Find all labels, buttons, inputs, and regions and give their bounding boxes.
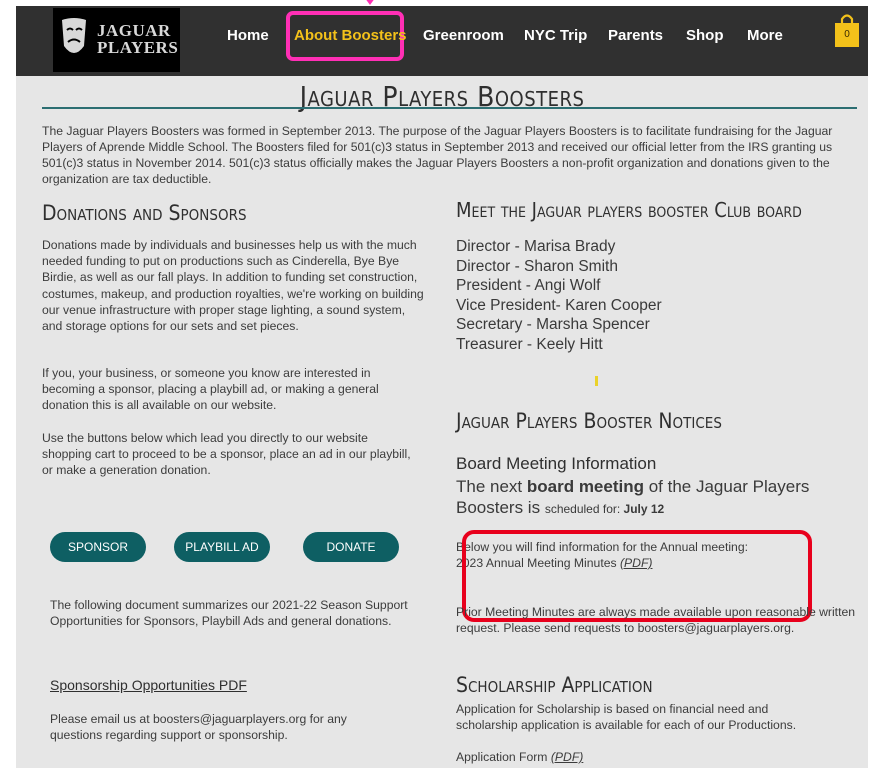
nav-more[interactable]: More — [747, 27, 783, 44]
nav-about-boosters[interactable]: About Boosters — [294, 27, 407, 44]
board-member: Director - Sharon Smith — [456, 257, 618, 275]
scholarship-heading: Scholarship Application — [456, 673, 653, 697]
scholarship-paragraph: Application for Scholarship is based on … — [456, 702, 797, 733]
nav-greenroom[interactable]: Greenroom — [423, 27, 504, 44]
next-meeting-pre: The next — [456, 477, 527, 496]
nav-nyc-trip[interactable]: NYC Trip — [524, 27, 587, 44]
support-summary-paragraph: The following document summarizes our 20… — [50, 598, 408, 629]
site-logo[interactable]: JAGUAR PLAYERS — [53, 8, 180, 72]
next-meeting-bold: board meeting — [526, 477, 644, 496]
donations-paragraph-1: Donations made by individuals and busine… — [42, 238, 424, 334]
board-member: Director - Marisa Brady — [456, 238, 616, 255]
intro-paragraph: The Jaguar Players Boosters was formed i… — [42, 124, 833, 186]
sponsorship-pdf-link-wrap: Sponsorship Opportunities PDF — [50, 677, 435, 693]
board-heading: Meet the Jaguar players booster Club boa… — [456, 198, 802, 222]
donate-button[interactable]: DONATE — [303, 532, 399, 562]
board-member: Vice President- Karen Cooper — [456, 296, 662, 314]
page-container: JAGUAR PLAYERS Home About Boosters Green… — [16, 6, 868, 768]
nav-home[interactable]: Home — [227, 27, 269, 44]
next-meeting-boosters: Boosters is — [456, 498, 545, 517]
next-meeting-line-1: The next board meeting of the Jaguar Pla… — [456, 476, 861, 497]
nav-shop[interactable]: Shop — [686, 27, 724, 44]
donations-paragraph-3: Use the buttons below which lead you dir… — [42, 431, 411, 478]
prior-minutes-paragraph: Prior Meeting Minutes are always made av… — [456, 605, 856, 636]
logo-text: JAGUAR PLAYERS — [97, 22, 178, 56]
notices-heading: Jaguar Players Booster Notices — [456, 409, 722, 433]
logo-line-1: JAGUAR — [97, 21, 171, 40]
board-meeting-subheading: Board Meeting Information — [456, 454, 657, 473]
donations-paragraph-2: If you, your business, or someone you kn… — [42, 366, 379, 413]
sponsorship-pdf-link[interactable]: Sponsorship Opportunities PDF — [50, 677, 247, 693]
application-form: Application Form (PDF) — [456, 749, 861, 765]
application-form-pdf-link[interactable]: (PDF) — [551, 750, 584, 764]
application-form-label: Application Form — [456, 750, 551, 764]
board-member: Treasurer - Keely Hitt — [456, 335, 603, 353]
board-members-list: Director - Marisa Brady Director - Sharo… — [456, 237, 861, 354]
sponsor-button[interactable]: SPONSOR — [50, 532, 146, 562]
playbill-ad-button[interactable]: PLAYBILL AD — [174, 532, 270, 562]
top-navigation: JAGUAR PLAYERS Home About Boosters Green… — [16, 6, 868, 76]
scheduled-for-label: scheduled for: — [544, 502, 624, 516]
next-meeting-post: of the Jaguar Players — [644, 477, 810, 496]
next-meeting-text: The next board meeting of the Jaguar Pla… — [456, 476, 861, 520]
board-member: Secretary - Marsha Spencer — [456, 316, 650, 333]
title-divider — [42, 107, 857, 109]
logo-line-2: PLAYERS — [97, 38, 179, 57]
nav-parents[interactable]: Parents — [608, 27, 663, 44]
board-member: President - Angi Wolf — [456, 277, 601, 294]
pointer-arrow-icon — [362, 0, 378, 5]
theater-mask-icon — [62, 18, 86, 53]
next-meeting-line-2: Boosters is scheduled for: July 12 — [456, 497, 861, 520]
cart-count: 0 — [844, 29, 850, 40]
decorative-mark — [595, 376, 598, 386]
donations-heading: Donations and Sponsors — [42, 201, 247, 225]
support-email-paragraph: Please email us at boosters@jaguarplayer… — [50, 712, 347, 743]
cart-button[interactable]: 0 — [834, 12, 860, 48]
meeting-date: July 12 — [623, 502, 665, 516]
